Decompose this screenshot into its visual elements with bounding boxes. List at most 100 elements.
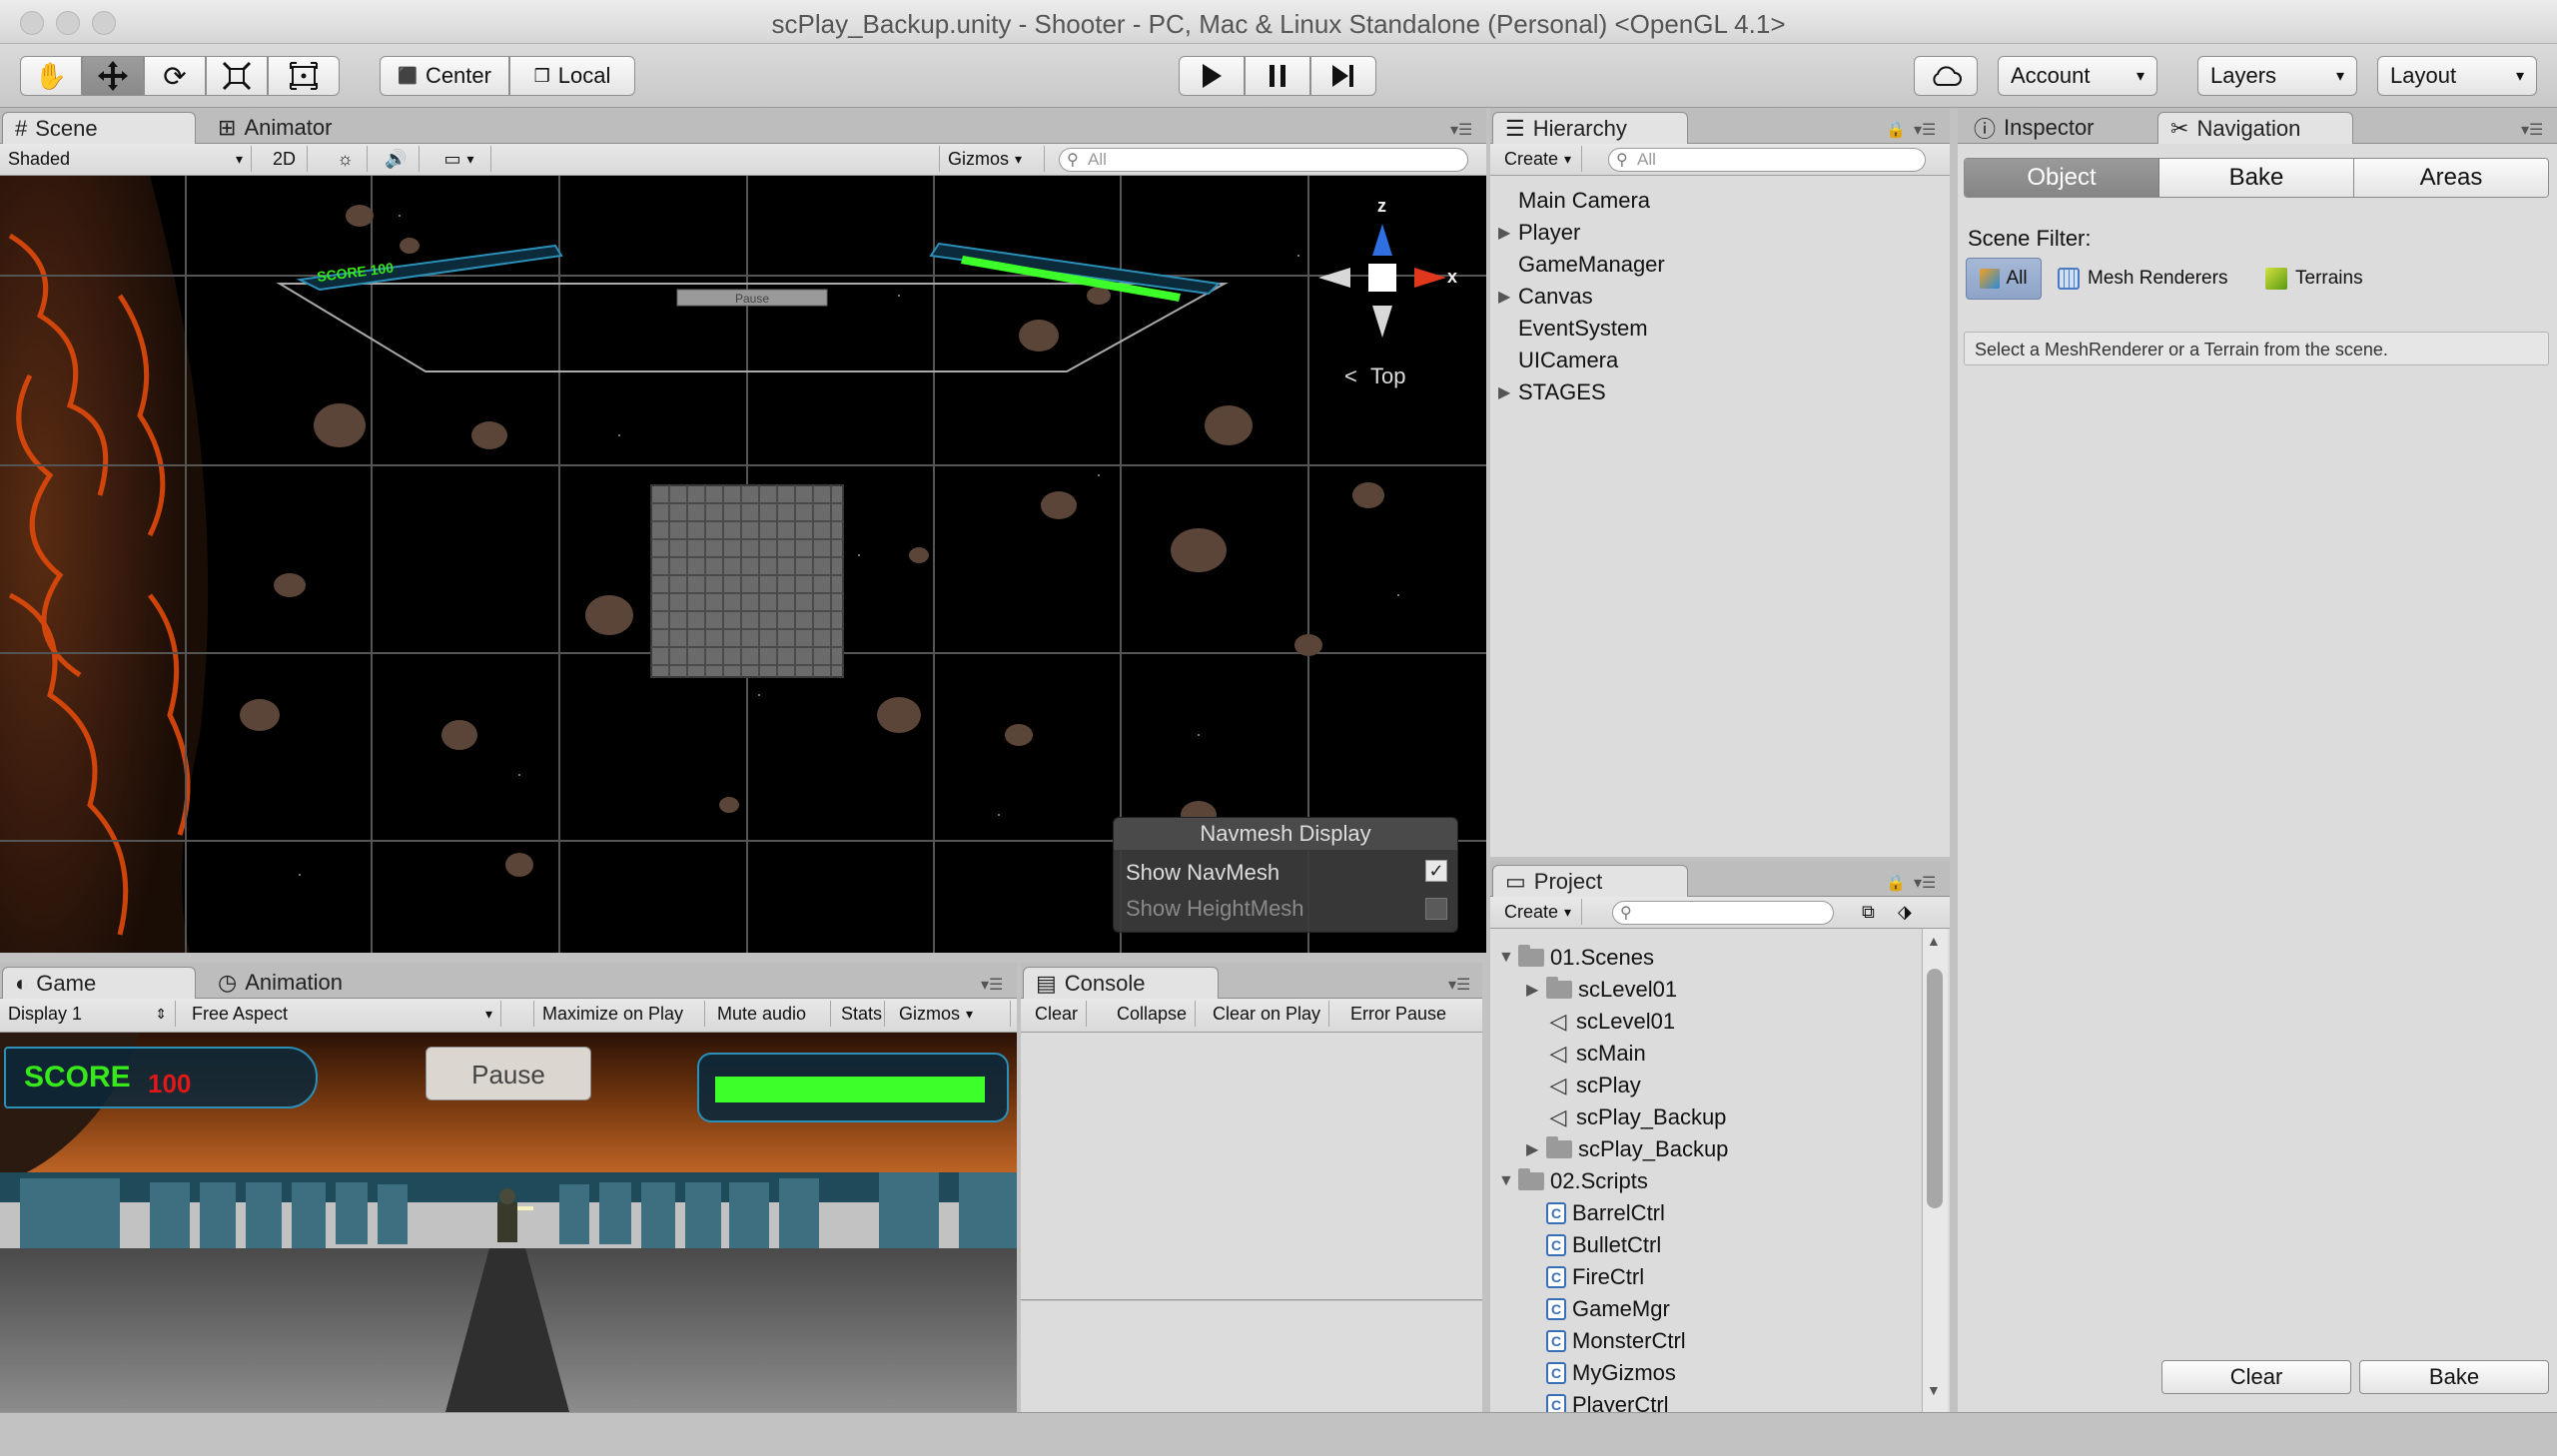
tab-animation[interactable]: ◷ Animation (206, 967, 396, 999)
tab-console[interactable]: ▤ Console (1023, 967, 1219, 999)
tab-scene[interactable]: # Scene (2, 112, 196, 144)
project-item-script[interactable]: C BulletCtrl (1526, 1232, 1661, 1258)
project-item-script[interactable]: C GameMgr (1526, 1296, 1670, 1322)
hierarchy-item-stages[interactable]: ▶ STAGES (1498, 379, 1606, 405)
hierarchy-item-player[interactable]: ▶ Player (1498, 220, 1580, 246)
pivot-space-toggle[interactable]: ❒ Local (509, 56, 635, 96)
navigation-clear-button[interactable]: Clear (2161, 1360, 2351, 1394)
hierarchy-item-uicamera[interactable]: UICamera (1498, 348, 1618, 373)
display-dropdown[interactable]: Display 1 ⇕ (0, 1001, 176, 1027)
project-panel-menu-icon[interactable]: ▾☰ (1914, 873, 1936, 893)
project-item-scmain-scene[interactable]: ◁ scMain (1526, 1041, 1646, 1067)
scene-gizmos-dropdown[interactable]: Gizmos ▾ (939, 146, 1045, 172)
show-navmesh-checkbox[interactable]: ✓ (1425, 860, 1447, 882)
navigation-panel-menu-icon[interactable]: ▾☰ (2521, 120, 2543, 140)
project-item-scripts-folder[interactable]: ▼ 02.Scripts (1498, 1168, 1648, 1194)
expand-arrow-icon[interactable]: ▶ (1498, 223, 1512, 243)
expand-arrow-icon[interactable]: ▶ (1498, 382, 1512, 402)
project-item-script[interactable]: C BarrelCtrl (1526, 1200, 1665, 1226)
expand-arrow-icon[interactable]: ▶ (1526, 980, 1540, 1000)
scene-audio-toggle[interactable]: 🔊 (374, 146, 420, 172)
project-item-sclevel01-folder[interactable]: ▶ scLevel01 (1526, 977, 1677, 1003)
game-viewport[interactable]: SCORE 100 Pause (0, 1033, 1017, 1412)
hierarchy-item-eventsystem[interactable]: EventSystem (1498, 316, 1648, 342)
tab-project[interactable]: ▭ Project (1492, 865, 1688, 897)
rect-tool-button[interactable] (268, 56, 340, 96)
filter-mesh-renderers-button[interactable]: Mesh Renderers (2058, 258, 2227, 300)
move-tool-button[interactable] (82, 56, 144, 96)
project-item-scplay-backup-scene[interactable]: ◁ scPlay_Backup (1526, 1104, 1727, 1130)
search-by-label-button[interactable]: ⬗ (1890, 899, 1922, 925)
panel-menu-icon[interactable]: ▾☰ (1450, 120, 1472, 140)
mode-2d-toggle[interactable]: 2D (262, 146, 308, 172)
project-scrollbar[interactable]: ▲ ▼ (1922, 929, 1948, 1412)
segment-object[interactable]: Object (1965, 159, 2159, 197)
hierarchy-search-input[interactable]: ⚲ All (1608, 148, 1926, 172)
tab-navigation[interactable]: ✂ Navigation (2157, 112, 2353, 144)
segment-areas[interactable]: Areas (2354, 159, 2548, 197)
project-item-script[interactable]: C MyGizmos (1526, 1360, 1676, 1386)
project-search-input[interactable]: ⚲ (1612, 901, 1834, 925)
scale-tool-button[interactable] (206, 56, 268, 96)
scene-search-input[interactable]: ⚲ All (1059, 148, 1468, 172)
game-panel-menu-icon[interactable]: ▾☰ (981, 975, 1003, 995)
hierarchy-item-gamemanager[interactable]: GameManager (1498, 252, 1665, 278)
console-panel-menu-icon[interactable]: ▾☰ (1448, 975, 1470, 995)
hud-pause-button[interactable]: Pause (426, 1047, 591, 1100)
expand-arrow-icon[interactable]: ▼ (1498, 1172, 1514, 1190)
rotate-tool-button[interactable]: ⟳ (144, 56, 206, 96)
tab-hierarchy[interactable]: ☰ Hierarchy (1492, 112, 1688, 144)
scene-viewport[interactable]: SCORE 100 Pause z x < Top Navmesh Displa… (0, 176, 1486, 953)
hierarchy-item-main-camera[interactable]: Main Camera (1498, 188, 1650, 214)
expand-arrow-icon[interactable]: ▼ (1498, 949, 1514, 967)
console-log-list[interactable] (1021, 1033, 1482, 1300)
maximize-on-play-toggle[interactable]: Maximize on Play (533, 1001, 705, 1027)
hierarchy-create-dropdown[interactable]: Create ▾ (1496, 146, 1582, 172)
console-clear-button[interactable]: Clear (1027, 1001, 1088, 1027)
console-clear-on-play-toggle[interactable]: Clear on Play (1205, 1001, 1330, 1027)
scroll-up-icon[interactable]: ▲ (1927, 933, 1941, 949)
stats-toggle[interactable]: Stats (833, 1001, 885, 1027)
project-item-scenes-folder[interactable]: ▼ 01.Scenes (1498, 945, 1654, 971)
project-item-scplay-scene[interactable]: ◁ scPlay (1526, 1073, 1641, 1098)
tab-animator[interactable]: ⊞ Animator (206, 112, 396, 144)
hierarchy-lock-icon[interactable]: 🔒 (1886, 120, 1906, 140)
project-create-dropdown[interactable]: Create ▾ (1496, 899, 1582, 925)
hierarchy-item-canvas[interactable]: ▶ Canvas (1498, 284, 1593, 310)
game-gizmos-dropdown[interactable]: Gizmos ▾ (891, 1001, 1011, 1027)
scene-lighting-toggle[interactable]: ☼ (324, 146, 368, 172)
segment-bake[interactable]: Bake (2159, 159, 2354, 197)
console-error-pause-toggle[interactable]: Error Pause (1342, 1001, 1454, 1027)
collab-cloud-button[interactable] (1914, 56, 1978, 96)
project-lock-icon[interactable]: 🔒 (1886, 873, 1906, 893)
pause-button[interactable] (1245, 56, 1310, 96)
console-detail-area[interactable] (1021, 1301, 1482, 1412)
show-heightmesh-checkbox[interactable] (1425, 898, 1447, 920)
search-by-type-button[interactable]: ⧉ (1854, 899, 1886, 925)
mute-audio-toggle[interactable]: Mute audio (709, 1001, 831, 1027)
tab-game[interactable]: ◐ Game (2, 967, 196, 999)
aspect-dropdown[interactable]: Free Aspect ▾ (184, 1001, 501, 1027)
hierarchy-panel-menu-icon[interactable]: ▾☰ (1914, 120, 1936, 140)
layout-dropdown[interactable]: Layout (2377, 56, 2537, 96)
project-item-script[interactable]: C PlayerCtrl (1526, 1392, 1669, 1412)
project-item-sclevel01-scene[interactable]: ◁ scLevel01 (1526, 1009, 1676, 1035)
expand-arrow-icon[interactable]: ▶ (1498, 287, 1512, 307)
hand-tool-button[interactable]: ✋ (20, 56, 82, 96)
shading-mode-dropdown[interactable]: Shaded ▾ (0, 146, 252, 172)
pivot-center-toggle[interactable]: ⬛ Center (380, 56, 509, 96)
expand-arrow-icon[interactable]: ▶ (1526, 1139, 1540, 1159)
console-collapse-toggle[interactable]: Collapse (1109, 1001, 1197, 1027)
project-item-scplay-backup-folder[interactable]: ▶ scPlay_Backup (1526, 1136, 1728, 1162)
filter-all-button[interactable]: All (1966, 258, 2042, 300)
tab-inspector[interactable]: ⓘ Inspector (1962, 112, 2157, 144)
project-item-script[interactable]: C MonsterCtrl (1526, 1328, 1686, 1354)
scene-effects-dropdown[interactable]: ▭ ▾ (427, 146, 491, 172)
filter-terrains-button[interactable]: Terrains (2265, 258, 2363, 300)
play-button[interactable] (1179, 56, 1245, 96)
step-button[interactable] (1310, 56, 1376, 96)
account-dropdown[interactable]: Account (1998, 56, 2157, 96)
layers-dropdown[interactable]: Layers (2197, 56, 2357, 96)
scroll-down-icon[interactable]: ▼ (1927, 1382, 1941, 1398)
navigation-bake-button[interactable]: Bake (2359, 1360, 2549, 1394)
